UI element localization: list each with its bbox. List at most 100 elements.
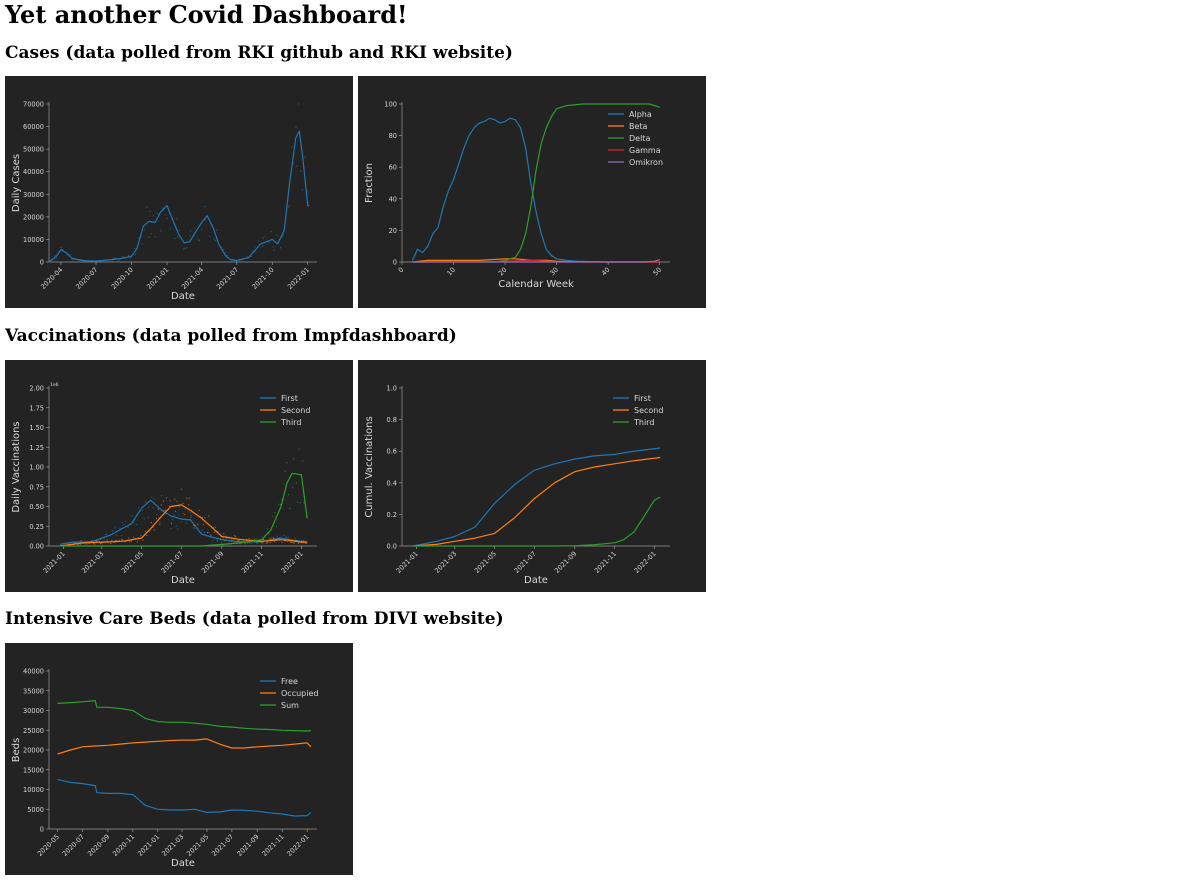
y-tick-label: 30000 — [23, 191, 44, 199]
scatter-point — [204, 219, 207, 221]
scatter-point — [189, 235, 191, 237]
scatter-point — [121, 539, 124, 541]
legend-label: Gamma — [629, 146, 661, 155]
scatter-point — [193, 227, 195, 229]
scatter-point — [289, 507, 291, 509]
scatter-point — [219, 538, 222, 540]
scatter-point — [160, 504, 162, 506]
scatter-point — [150, 521, 152, 524]
scatter-point — [128, 537, 130, 539]
scatter-point — [149, 210, 151, 212]
scatter-point — [250, 255, 252, 258]
y-tick-label: 20000 — [23, 213, 44, 221]
scatter-point — [150, 233, 153, 235]
legend-label: First — [634, 394, 651, 403]
scatter-point — [171, 518, 173, 521]
scatter-point — [152, 215, 154, 217]
scatter-point — [115, 526, 117, 528]
scatter-point — [262, 245, 264, 247]
y-scale-note: 1e6 — [50, 382, 59, 388]
y-tick-label: 1.75 — [29, 404, 44, 412]
series-line-main — [48, 130, 310, 263]
x-axis-label: Calendar Week — [498, 279, 574, 290]
y-tick-label: 0.50 — [29, 503, 44, 511]
scatter-point — [94, 543, 96, 545]
y-axis-label: Fraction — [364, 163, 375, 203]
series-line-free — [57, 779, 312, 817]
scatter-point — [301, 189, 303, 191]
scatter-point — [260, 541, 262, 543]
scatter-point — [262, 237, 264, 239]
x-axis-label: Date — [524, 575, 548, 586]
scatter-point — [292, 542, 294, 544]
scatter-point — [113, 527, 115, 529]
x-tick-label: 10 — [445, 266, 457, 278]
scatter-point — [120, 534, 123, 537]
scatter-point — [251, 539, 253, 541]
x-tick-label: 20 — [497, 266, 509, 278]
legend-label: Alpha — [629, 110, 652, 119]
cumulative-vaccinations-plot: 0.0 0.2 0.4 0.6 0.8 1.0 2021-01 2021-03 2021-05 2… — [364, 385, 670, 586]
scatter-point — [151, 496, 153, 498]
x-tick-label: 2021-07 — [210, 833, 235, 858]
scatter-point — [92, 543, 95, 545]
scatter-point — [174, 510, 177, 512]
scatter-point — [292, 458, 295, 460]
scatter-point — [254, 246, 256, 248]
y-tick-label: 0 — [40, 826, 44, 834]
scatter-point — [180, 521, 182, 523]
scatter-point — [200, 228, 203, 231]
x-tick-label: 2021-07 — [160, 550, 185, 575]
scatter-point — [279, 247, 282, 249]
x-tick-label: 2021-04 — [180, 266, 205, 291]
scatter-point — [162, 500, 164, 502]
x-tick-label: 2022-01 — [285, 833, 310, 858]
series-line-delta — [412, 103, 660, 263]
scatter-point — [258, 541, 260, 544]
x-tick-label: 2020-04 — [39, 266, 64, 291]
scatter-point — [156, 513, 158, 516]
scatter-point — [210, 534, 212, 536]
y-tick-label: 0.0 — [387, 543, 398, 551]
legend-label: Delta — [629, 134, 650, 143]
x-tick-label: 2022-01 — [280, 550, 305, 575]
scatter-point — [281, 541, 283, 543]
scatter-point — [164, 214, 166, 216]
scatter-point — [178, 506, 180, 508]
legend-label: Second — [634, 406, 663, 415]
scatter-point — [256, 542, 258, 544]
y-axis-label: Daily Cases — [11, 154, 22, 212]
x-tick-label: 2021-01 — [42, 550, 67, 575]
scatter-point — [199, 239, 201, 241]
scatter-point — [152, 507, 154, 509]
icu-beds-chart: 0 5000 10000 15000 20000 25000 30000 35000 40000… — [11, 668, 318, 870]
icu-beds-plot: 0 5000 10000 15000 20000 25000 30000 35000 40000… — [11, 668, 318, 870]
scatter-point — [136, 541, 138, 543]
x-tick-label: 50 — [652, 266, 664, 278]
scatter-point — [103, 538, 105, 540]
scatter-point — [291, 541, 293, 544]
legend-label: First — [281, 394, 298, 403]
scatter-point — [288, 204, 290, 207]
scatter-point — [273, 249, 275, 251]
section-heading-icu: Intensive Care Beds (data polled from DI… — [5, 609, 504, 629]
x-axis-label: Date — [171, 291, 195, 302]
scatter-point — [165, 498, 167, 500]
y-axis-label: Daily Vaccinations — [11, 421, 22, 512]
y-tick-label: 50000 — [23, 146, 44, 154]
x-tick-label: 2021-10 — [251, 266, 276, 291]
scatter-point — [222, 538, 224, 540]
scatter-point — [153, 529, 155, 531]
variant-fraction-chart: 0 20 40 60 80 100 0 10 20 30 40 50 Calendar Week Frac… — [364, 101, 670, 290]
scatter-point — [301, 540, 303, 542]
variant-fraction-plot: 0 20 40 60 80 100 0 10 20 30 40 50 Calendar Week Frac… — [364, 101, 670, 290]
scatter-point — [275, 526, 278, 528]
y-tick-label: 15000 — [23, 766, 44, 774]
scatter-point — [159, 521, 161, 523]
x-tick-label: 2021-01 — [395, 550, 420, 575]
scatter-point — [297, 542, 300, 545]
scatter-point — [272, 537, 275, 539]
x-tick-label: 2021-01 — [136, 833, 161, 858]
scatter-point — [290, 146, 293, 148]
scatter-point — [190, 516, 192, 518]
